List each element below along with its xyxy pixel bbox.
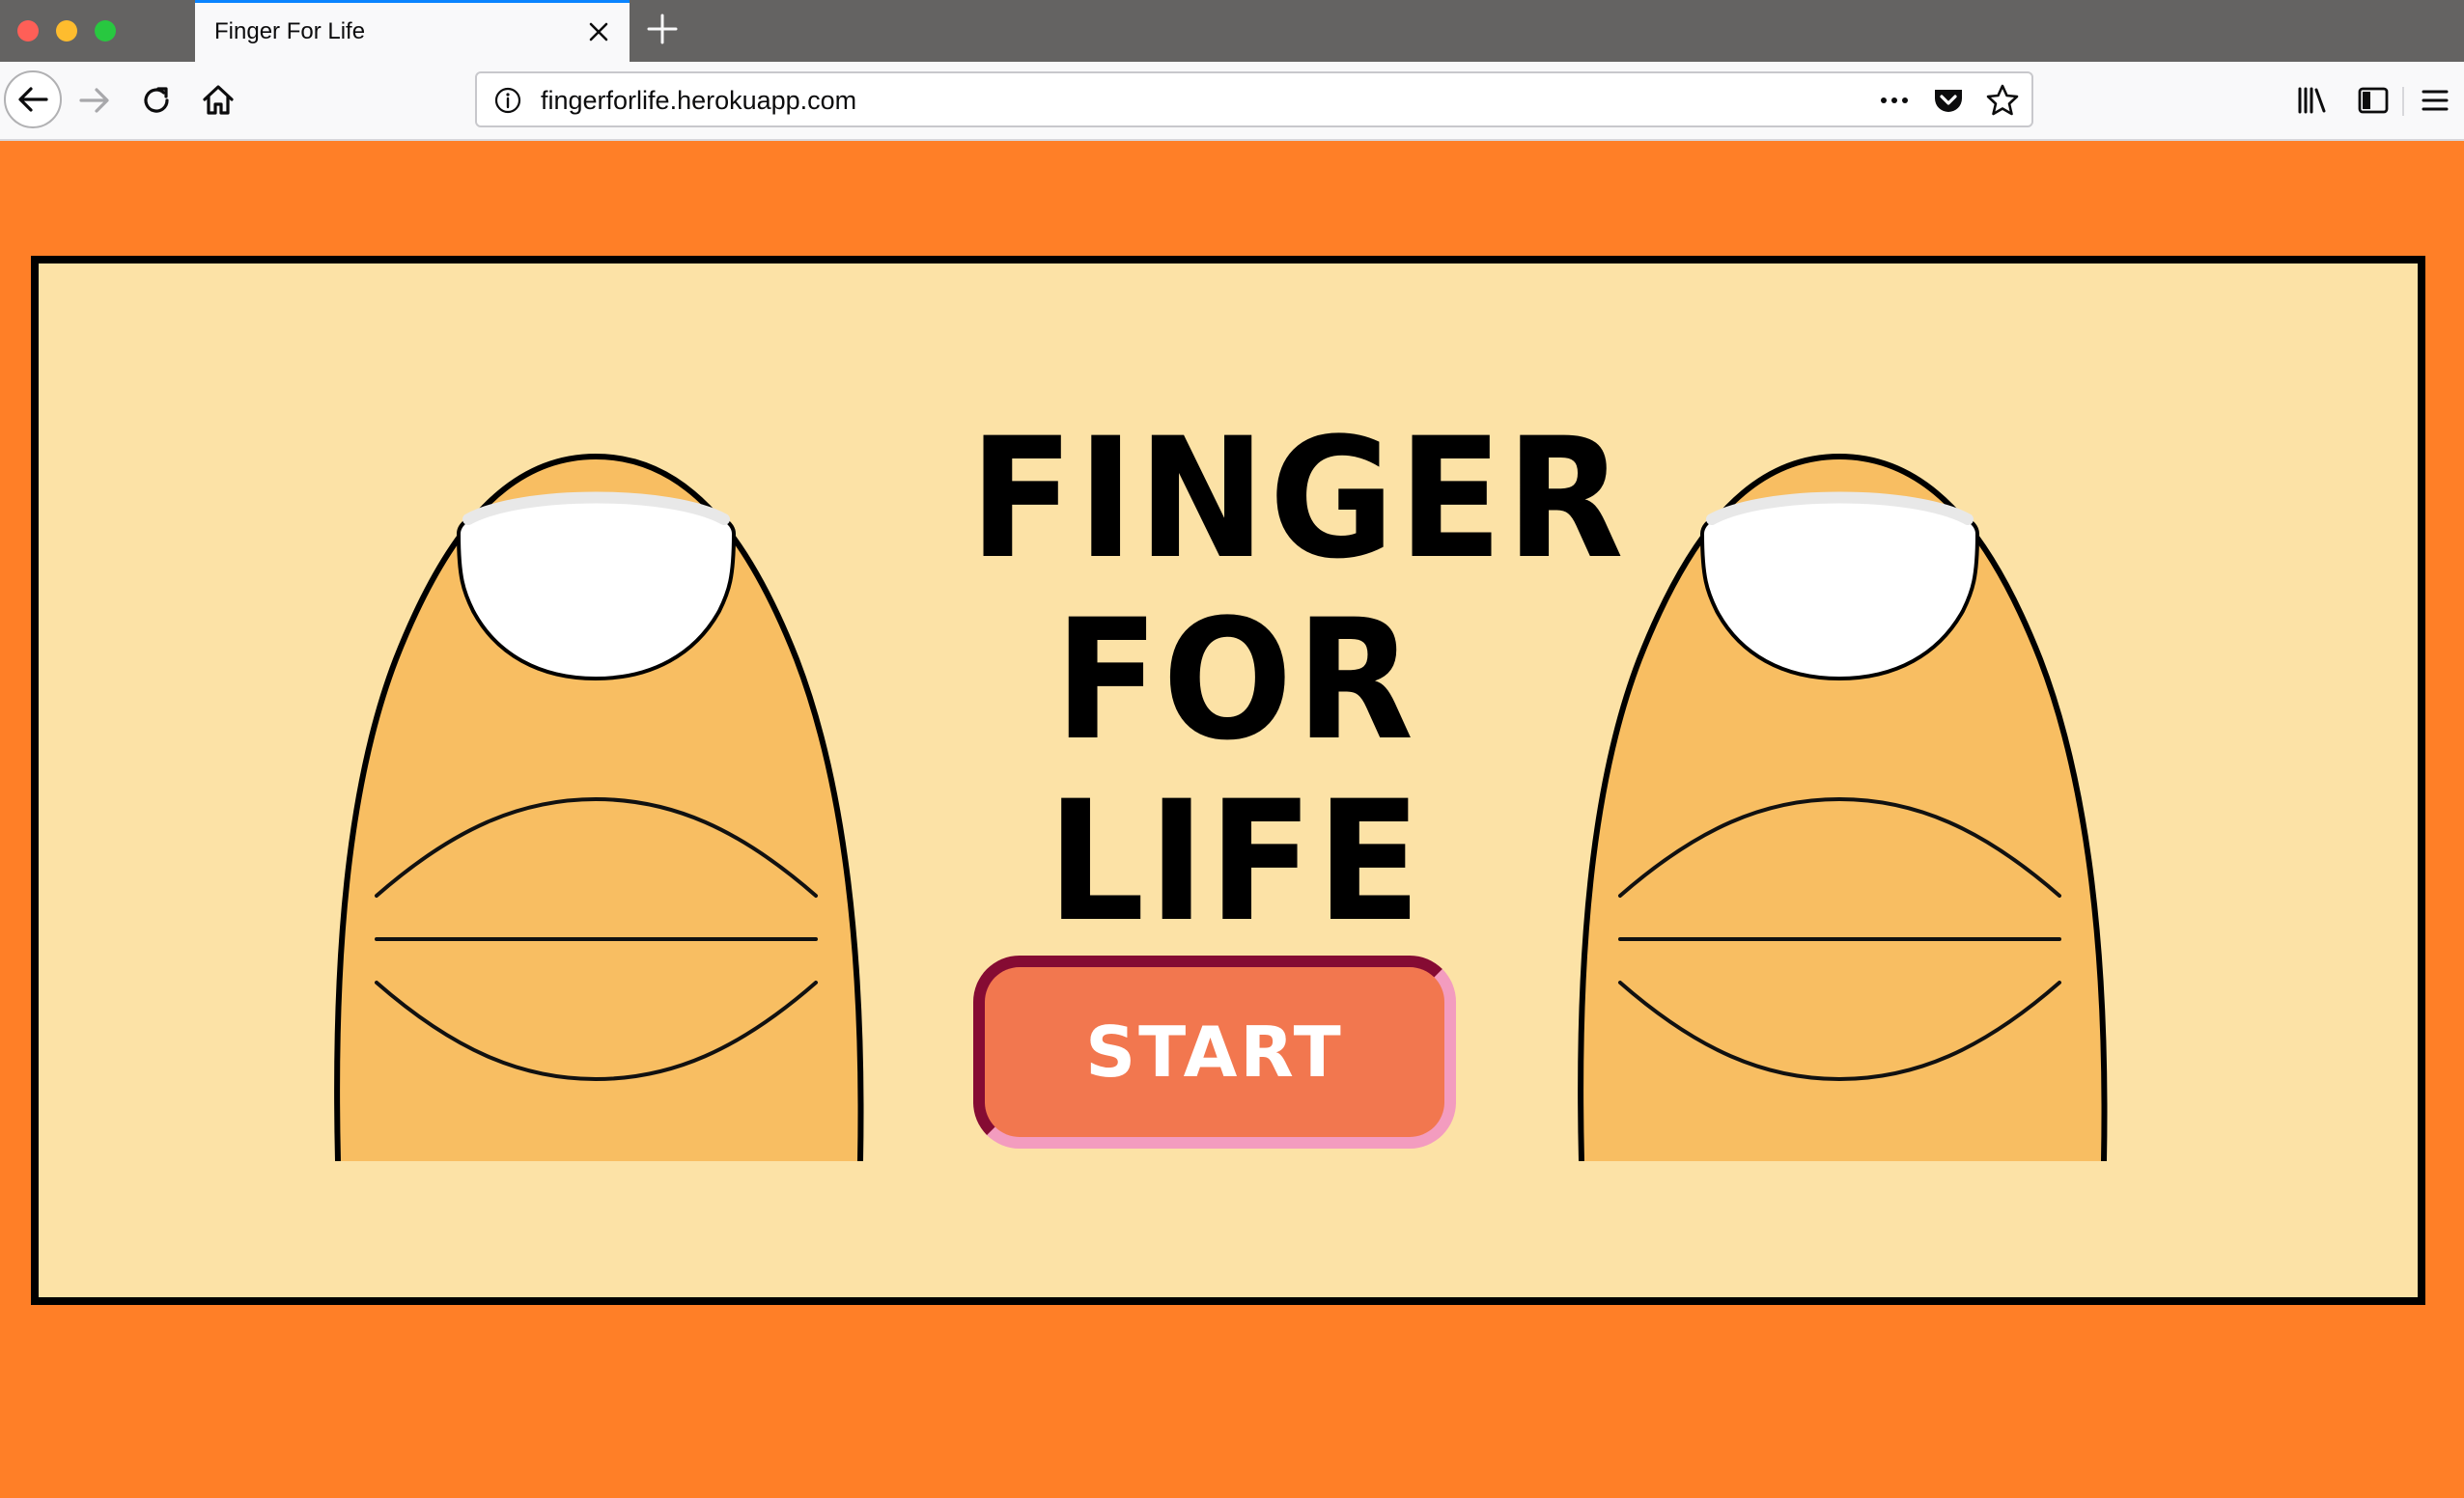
start-button-label: START [1085,1012,1344,1093]
title-line-for: FOR [1054,583,1417,777]
info-icon[interactable] [492,85,523,116]
game-frame: FINGER FOR LIFE START [31,256,2425,1305]
tab-strip: Finger For Life [0,0,2464,62]
forward-arrow-icon[interactable] [68,73,122,127]
plus-icon[interactable] [643,10,682,48]
game-title: FINGER FOR LIFE [969,402,1628,958]
navigation-toolbar: fingerforlife.herokuapp.com [0,62,2464,141]
star-icon[interactable] [1983,81,2022,120]
start-button[interactable]: START [973,956,1456,1149]
reload-icon[interactable] [129,73,183,127]
url-text[interactable]: fingerforlife.herokuapp.com [541,86,856,116]
back-arrow-icon[interactable] [4,70,62,128]
toolbar-divider [2402,87,2404,116]
title-line-finger: FINGER [969,402,1628,596]
url-bar[interactable]: fingerforlife.herokuapp.com [475,71,2033,127]
close-icon[interactable] [581,14,616,49]
finger-right-illustration [1562,418,2122,1162]
sidebar-icon[interactable] [2346,73,2400,127]
window-zoom-dot[interactable] [95,20,116,42]
hamburger-menu-icon[interactable] [2408,73,2462,127]
more-dots-icon[interactable] [1875,81,1914,120]
active-tab[interactable]: Finger For Life [195,0,630,62]
window-minimize-dot[interactable] [56,20,77,42]
home-icon[interactable] [191,73,245,127]
pocket-icon[interactable] [1929,81,1968,120]
title-line-life: LIFE [1047,764,1425,958]
window-close-dot[interactable] [17,20,39,42]
tab-title: Finger For Life [214,18,366,44]
library-icon[interactable] [2284,73,2338,127]
finger-left-illustration [319,418,879,1162]
